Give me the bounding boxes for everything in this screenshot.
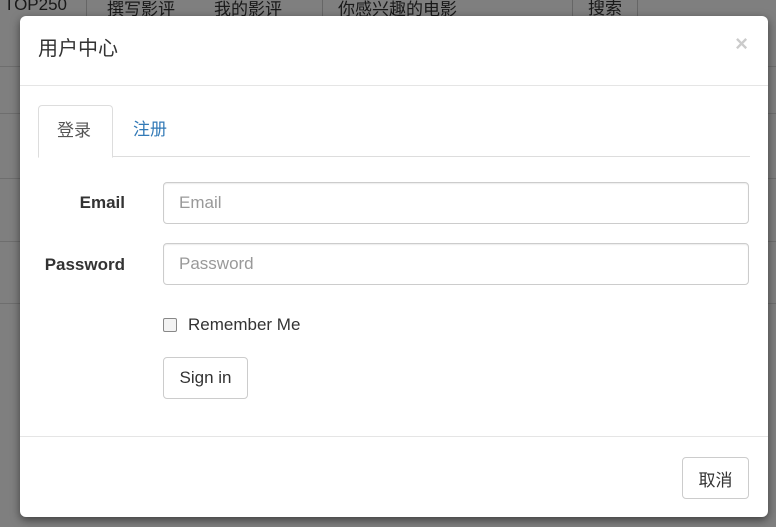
close-icon[interactable]: × — [735, 32, 748, 56]
remember-me-row[interactable]: Remember Me — [163, 315, 300, 335]
password-label: Password — [44, 255, 125, 274]
modal-title: 用户中心 — [38, 38, 118, 60]
modal-header: 用户中心 × — [20, 16, 768, 86]
tab-login[interactable]: 登录 — [38, 105, 113, 158]
remember-me-checkbox[interactable] — [163, 318, 177, 332]
auth-tabs: 登录 注册 — [38, 105, 750, 158]
email-field[interactable] — [163, 182, 749, 224]
email-label: Email — [79, 193, 125, 212]
cancel-button[interactable]: 取消 — [682, 457, 749, 499]
password-field[interactable] — [163, 243, 749, 285]
modal-footer: 取消 — [20, 436, 768, 517]
remember-me-label[interactable]: Remember Me — [188, 315, 300, 335]
tab-register[interactable]: 注册 — [133, 105, 167, 157]
user-center-modal: 用户中心 × 登录 注册 Email Password Remember Me … — [20, 16, 768, 517]
sign-in-button[interactable]: Sign in — [163, 357, 248, 399]
